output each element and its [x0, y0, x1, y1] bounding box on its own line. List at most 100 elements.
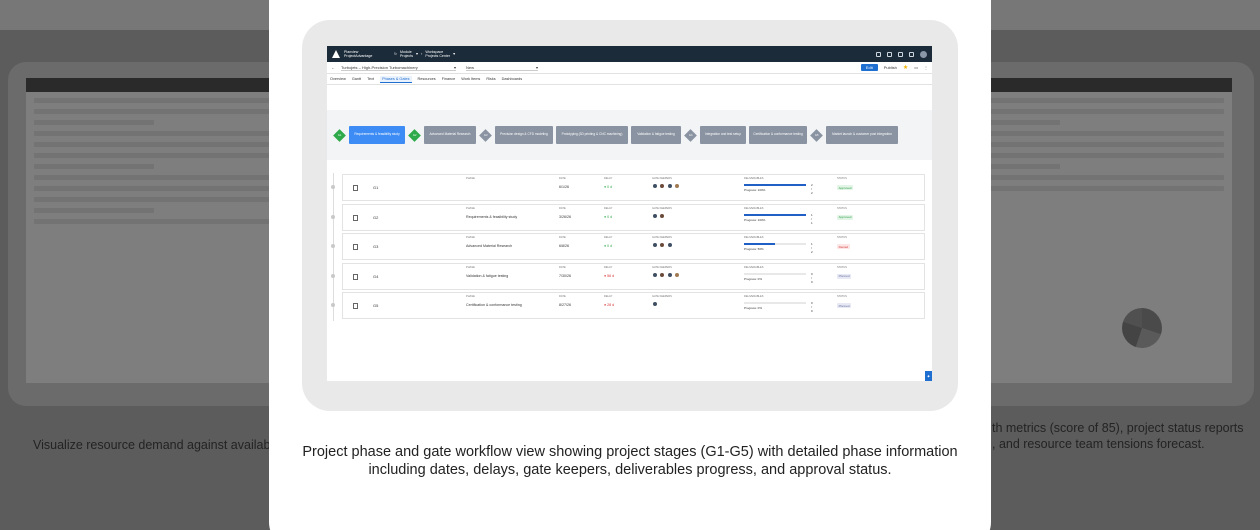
gate-card[interactable]: G5 Phase Certification & conformance testi…	[342, 292, 925, 319]
delay-label: Delay	[604, 265, 613, 269]
deliverables-column: Deliverables 0 / 0 Progress: 0%	[744, 295, 813, 313]
gate-marker-g3[interactable]: G3	[479, 128, 492, 142]
nav-module[interactable]: Module Projects	[400, 50, 413, 58]
delay-label: Delay	[604, 295, 613, 298]
delay-column: Delay ● 0 d	[604, 177, 612, 189]
tab-gantt[interactable]: Gantt	[352, 77, 361, 81]
user-avatar[interactable]	[920, 50, 927, 58]
phase-label: Phase	[466, 177, 475, 180]
gatekeeper-avatar[interactable]	[659, 242, 666, 248]
gate-card[interactable]: G4 Phase Validation & fatigue testing Date 7…	[342, 262, 925, 290]
gate-card[interactable]: G2 Phase Requirements & feasibility study D…	[342, 203, 925, 231]
gate-marker-g1[interactable]: G1	[333, 128, 346, 142]
phase-stage[interactable]: Validation & fatigue testing	[631, 126, 681, 144]
phase-stage[interactable]: Precision design & CFD modeling	[495, 126, 553, 144]
gatekeeper-avatars	[652, 242, 673, 248]
app-header: Planview ProjectAdvantage ↻ Module Proje…	[327, 46, 932, 62]
status-badge: Approved	[837, 214, 854, 220]
chevron-down-icon: ▾	[453, 64, 456, 70]
help-icon[interactable]	[887, 51, 892, 57]
phase-gate-workflow: G1 Requirements & feasibility study G2 Adva…	[327, 110, 932, 160]
project-tabs: Overview Gantt Text Phases & Gates Resources…	[327, 74, 932, 85]
phase-column: Phase	[466, 177, 475, 185]
gatekeeper-avatar[interactable]	[674, 271, 681, 278]
project-toolbar: ← Turbojets – High-Precision Turbomachin…	[327, 62, 932, 74]
publish-button[interactable]: Publish	[884, 65, 897, 70]
date-label: Date	[559, 206, 566, 210]
document-icon[interactable]	[353, 244, 358, 250]
tab-phases-gates[interactable]: Phases & Gates	[380, 75, 412, 83]
phase-stage[interactable]: Market launch & customer post integratio…	[826, 126, 898, 144]
deliverables-progress-bar: 0 / 0	[744, 301, 813, 313]
document-icon[interactable]	[353, 185, 358, 191]
project-select[interactable]: Turbojets – High-Precision Turbomachiner…	[341, 65, 456, 71]
gate-marker-label: G2	[412, 133, 417, 137]
gate-marker-g5[interactable]: G5	[810, 128, 823, 142]
tab-dashboards[interactable]: Dashboards	[502, 77, 522, 81]
tab-finance[interactable]: Finance	[442, 77, 456, 81]
gatekeeper-avatar[interactable]	[652, 212, 658, 219]
delay-column: Delay ● 28 d	[604, 295, 614, 307]
gate-date: 6/8/26	[559, 244, 569, 248]
assistant-icon[interactable]: ◆	[925, 371, 932, 381]
status-label: Status	[837, 265, 847, 269]
edit-button[interactable]: Edit	[860, 64, 878, 71]
back-arrow-icon[interactable]: ←	[331, 65, 335, 70]
phase-stage[interactable]: Integration and test setup	[700, 126, 746, 144]
search-icon[interactable]	[876, 51, 881, 57]
brand-name: Planview ProjectAdvantage	[344, 50, 373, 58]
phase-label: Phase	[466, 265, 475, 269]
header-icons	[876, 50, 927, 58]
gatekeeper-avatar[interactable]	[659, 212, 666, 219]
phase-stage[interactable]: Prototyping (3D printing & CNC machining…	[556, 126, 628, 144]
gatekeeper-avatars	[652, 301, 672, 307]
gatekeeper-avatar[interactable]	[674, 183, 681, 189]
date-column: Date 7/30/26	[559, 266, 571, 278]
bookmark-icon[interactable]: ▭	[914, 65, 918, 70]
notifications-icon[interactable]	[898, 51, 903, 57]
gate-marker-g4[interactable]: G4	[684, 128, 697, 142]
gatekeepers-label: Gate Keepers	[652, 206, 672, 210]
phase-stage[interactable]: Requirements & feasibility study	[349, 126, 405, 144]
screenshot-caption: Project phase and gate workflow view sho…	[302, 444, 958, 478]
nav-workspace[interactable]: Workspace Projects Center	[425, 50, 450, 58]
tab-overview[interactable]: Overview	[330, 77, 346, 81]
gate-card[interactable]: G3 Phase Advanced Material Research Date 6/8…	[342, 233, 925, 260]
deliverables-column: Deliverables 0 / 0 Progress: 0%	[744, 266, 813, 284]
chevron-down-icon: ▾	[416, 51, 419, 56]
star-icon[interactable]: ★	[903, 65, 908, 71]
more-icon[interactable]: ⋮	[924, 65, 928, 70]
date-column: Date 8/27/26	[559, 295, 571, 307]
document-icon[interactable]	[353, 303, 358, 309]
deliverables-count: 0 / 0	[811, 271, 813, 284]
document-icon[interactable]	[353, 214, 358, 221]
tab-work-items[interactable]: Work Items	[461, 77, 480, 81]
phase-stage[interactable]: Advanced Material Research	[424, 126, 476, 144]
delay-value: ● 0 d	[604, 214, 613, 219]
deliverables-column: Deliverables 1 / 1 Progress: 100%	[744, 207, 813, 225]
phase-name: Advanced Material Research	[466, 244, 513, 248]
document-icon[interactable]	[353, 273, 358, 280]
status-badge: Denied	[837, 244, 850, 250]
tab-text[interactable]: Text	[367, 77, 374, 81]
gate-card[interactable]: G1 Phase Date 6/1/26 Delay ● 0 d Gate Keepers D…	[342, 174, 925, 201]
refresh-icon[interactable]	[909, 51, 914, 57]
gatekeeper-avatar[interactable]	[652, 183, 658, 189]
gatekeeper-avatar[interactable]	[652, 271, 658, 278]
gatekeeper-avatar[interactable]	[659, 183, 666, 189]
status-label: Status	[837, 236, 847, 239]
gatekeeper-avatar[interactable]	[666, 242, 673, 248]
gate-marker-g2[interactable]: G2	[408, 128, 421, 142]
tab-resources[interactable]: Resources	[418, 77, 436, 81]
view-select[interactable]: New ▾	[466, 65, 538, 71]
gate-marker-label: G4	[688, 133, 693, 137]
progress-fill	[744, 184, 806, 187]
gatekeeper-avatar[interactable]	[666, 271, 673, 278]
gatekeeper-avatars	[652, 271, 681, 278]
phase-stage[interactable]: Certification & conformance testing	[749, 126, 807, 144]
gatekeeper-avatar[interactable]	[659, 271, 666, 278]
gatekeeper-avatar[interactable]	[652, 301, 658, 307]
tab-risks[interactable]: Risks	[486, 77, 495, 81]
gatekeeper-avatar[interactable]	[666, 183, 673, 189]
gatekeeper-avatar[interactable]	[652, 242, 658, 248]
